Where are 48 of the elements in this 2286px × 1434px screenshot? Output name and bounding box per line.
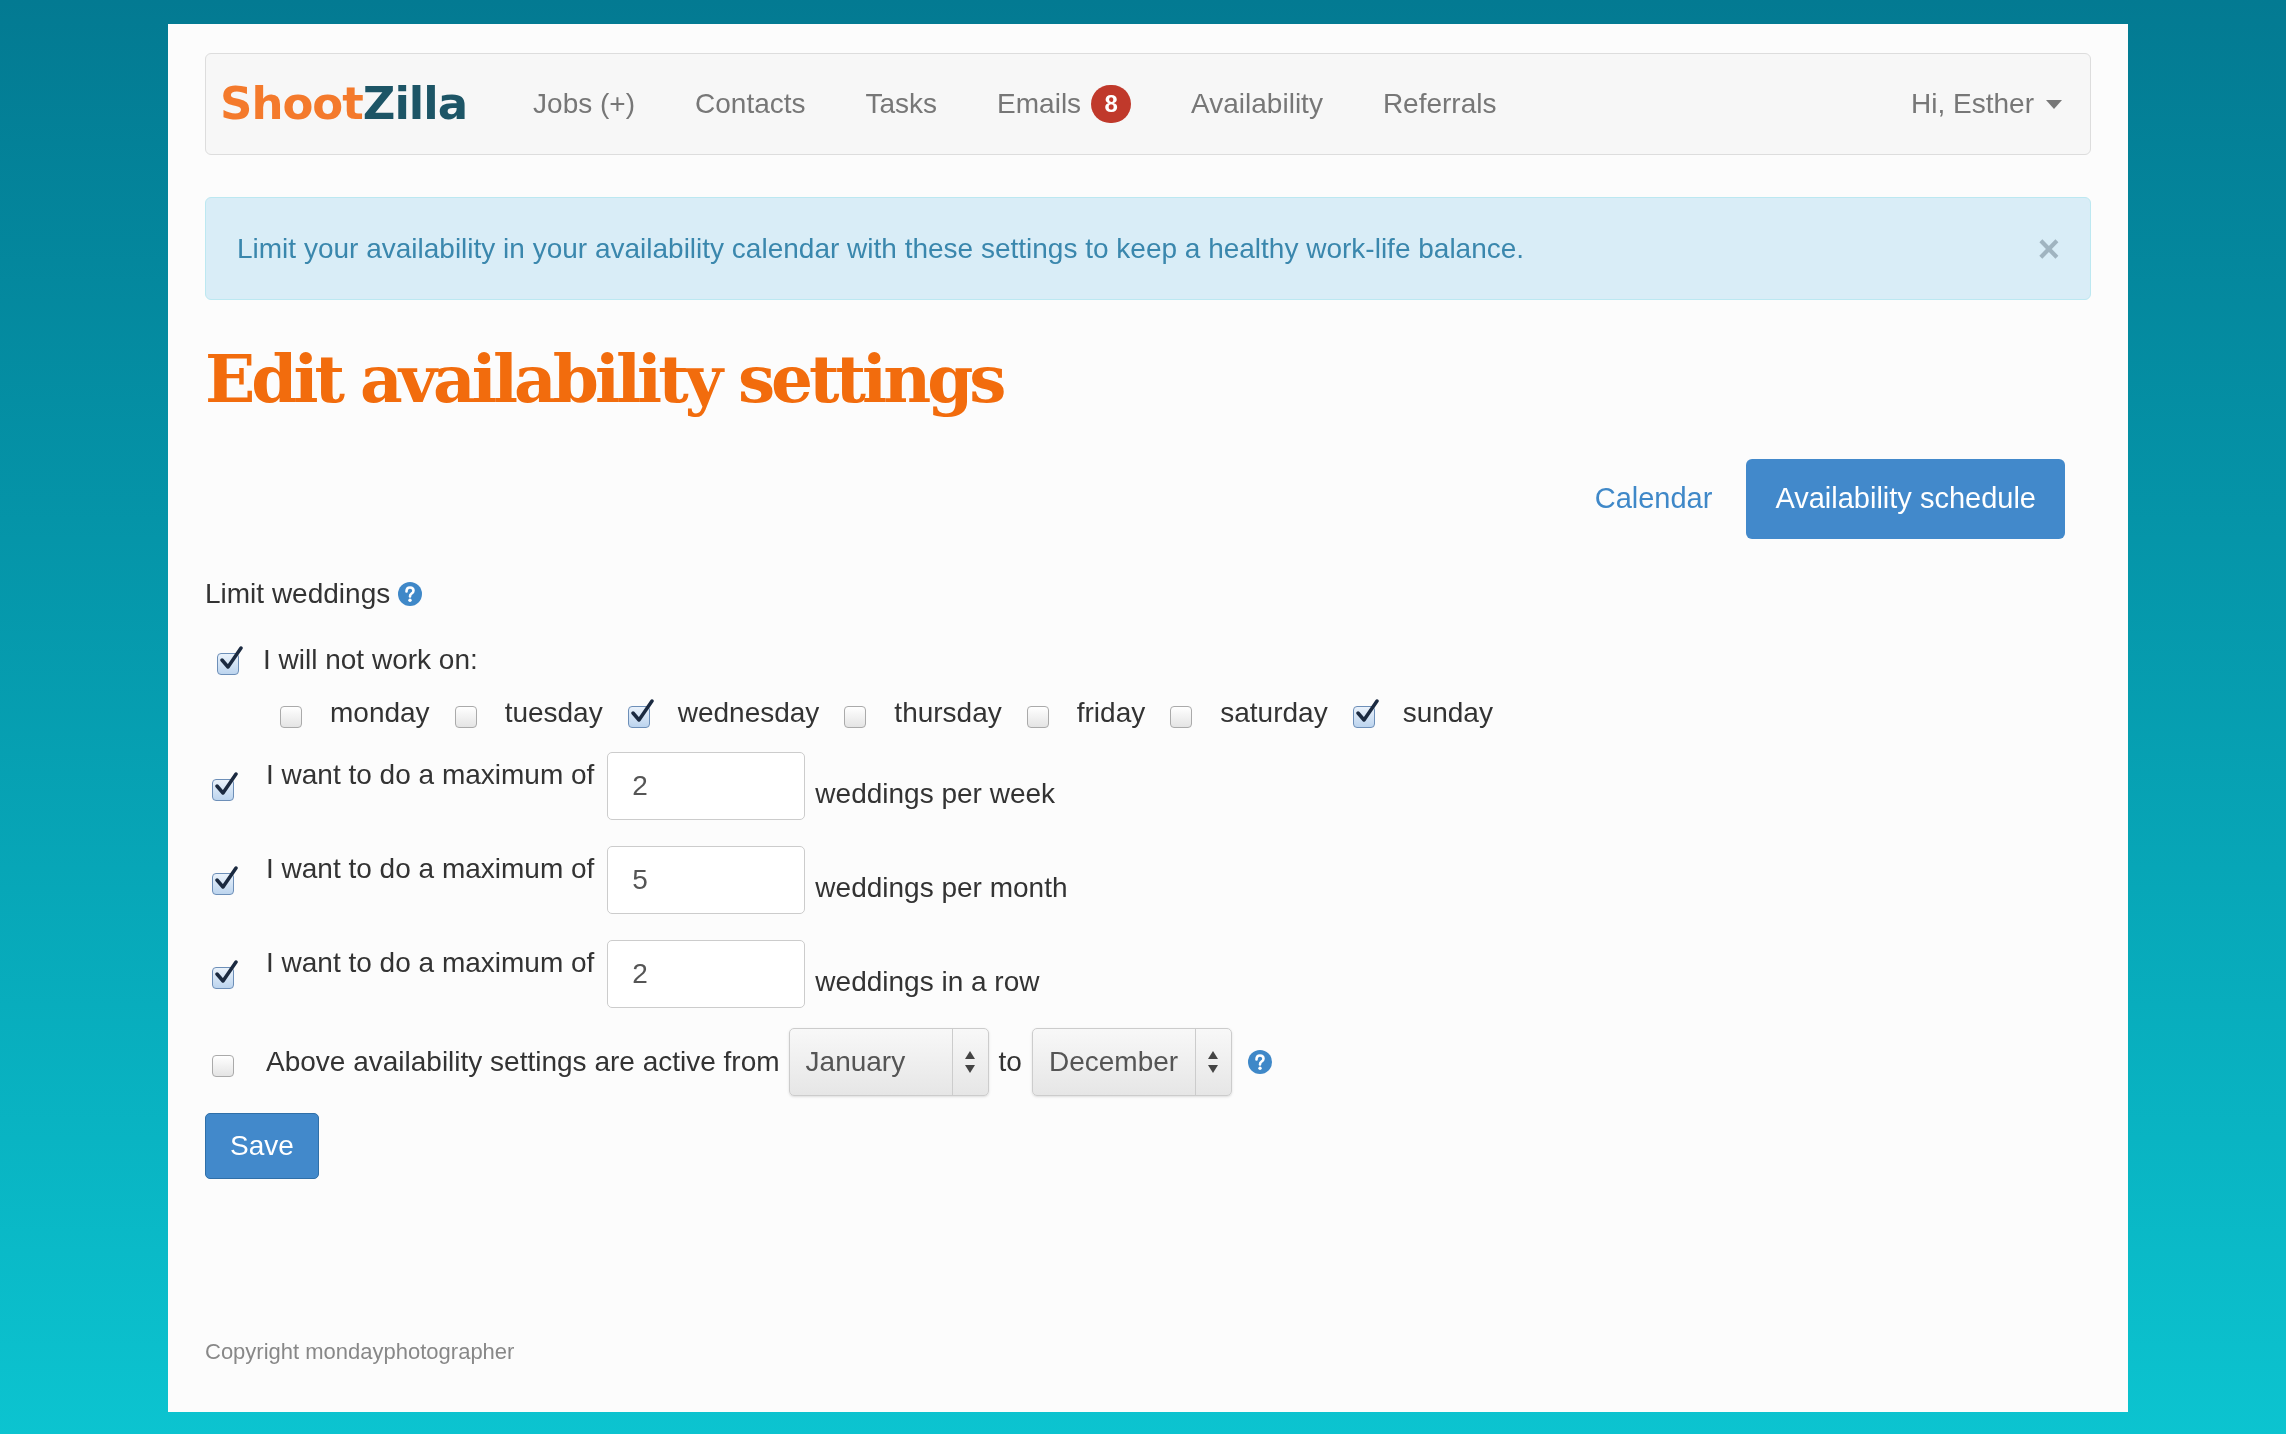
stepper-icon bbox=[1207, 1050, 1220, 1075]
checkbox[interactable] bbox=[627, 698, 656, 729]
month-select[interactable]: January bbox=[788, 1028, 989, 1097]
checkbox[interactable] bbox=[1352, 698, 1381, 729]
schedule-button[interactable]: Availability schedule bbox=[1746, 459, 2065, 540]
checkbox[interactable] bbox=[212, 865, 240, 896]
user-menu[interactable]: Hi, Esther bbox=[1911, 83, 2062, 125]
footer-text: Copyright mondayphotographer bbox=[205, 1338, 515, 1367]
page-title: Edit availability settings bbox=[205, 340, 1003, 420]
checkbox[interactable] bbox=[212, 771, 240, 802]
joiner-text: to bbox=[998, 1045, 1022, 1080]
day-label: sunday bbox=[1402, 696, 1493, 731]
count-badge: 8 bbox=[1091, 85, 1132, 123]
number-field[interactable]: 5 bbox=[607, 846, 806, 915]
day-label: wednesday bbox=[677, 696, 820, 731]
option-label: I will not work on: bbox=[263, 643, 478, 678]
day-label: thursday bbox=[894, 696, 1002, 731]
stepper-icon bbox=[964, 1050, 977, 1075]
day-label: monday bbox=[330, 696, 430, 731]
nav-link[interactable]: Contacts bbox=[695, 83, 806, 125]
day-label: saturday bbox=[1220, 696, 1328, 731]
help-icon[interactable] bbox=[1247, 1050, 1272, 1075]
checkbox[interactable] bbox=[212, 959, 240, 990]
number-field[interactable]: 2 bbox=[607, 752, 806, 821]
logo[interactable]: ShootZilla bbox=[220, 70, 468, 138]
day-label: tuesday bbox=[504, 696, 603, 731]
nav-link[interactable]: Emails 8 bbox=[997, 83, 1132, 125]
option-label: I want to do a maximum of bbox=[266, 946, 595, 981]
section-label: Limit weddings bbox=[205, 577, 391, 612]
option-label: I want to do a maximum of bbox=[266, 852, 595, 887]
option-label: I want to do a maximum of bbox=[266, 758, 595, 793]
save-button[interactable]: Save bbox=[205, 1113, 319, 1180]
nav-link[interactable]: Availability bbox=[1191, 83, 1323, 125]
option-suffix: weddings in a row bbox=[815, 965, 1040, 1000]
checkbox[interactable] bbox=[217, 645, 245, 676]
nav-link[interactable]: Referrals bbox=[1382, 83, 1497, 125]
option-label: Above availability settings are active from bbox=[266, 1045, 780, 1080]
help-icon[interactable] bbox=[398, 582, 423, 607]
number-field[interactable]: 2 bbox=[607, 940, 806, 1009]
caret-icon bbox=[2046, 99, 2062, 109]
nav-link[interactable]: Jobs (+) bbox=[533, 83, 635, 125]
day-label: friday bbox=[1076, 696, 1146, 731]
calendar-link[interactable]: Calendar bbox=[1594, 477, 1713, 521]
alert-message: Limit your availability in your availability calendar with these settings to keep a healthy work-life balance. bbox=[237, 231, 1526, 266]
option-suffix: weddings per month bbox=[815, 871, 1068, 906]
option-suffix: weddings per week bbox=[815, 777, 1056, 812]
nav-link[interactable]: Tasks bbox=[865, 83, 938, 125]
month-select[interactable]: December bbox=[1031, 1028, 1232, 1097]
